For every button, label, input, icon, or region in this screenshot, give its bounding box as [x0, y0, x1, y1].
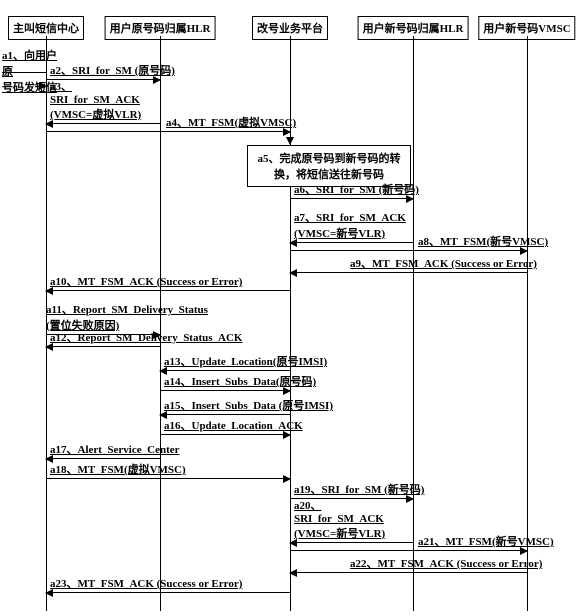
- lifeline-vmsc: [527, 36, 528, 611]
- msg-a13: a13、Update_Location(原号IMSI): [160, 357, 290, 371]
- msg-a12: a12、Report_SM_Delivery_Status_ACK: [46, 333, 160, 347]
- msg-a22: a22、MT_FSM_ACK (Success or Error): [290, 559, 527, 573]
- msg-a8: a8、MT_FSM(新号VMSC): [290, 237, 527, 251]
- msg-a21: a21、MT_FSM(新号VMSC): [290, 537, 527, 551]
- sequence-diagram: 主叫短信中心 用户原号码归属HLR 改号业务平台 用户新号码归属HLR 用户新号…: [0, 0, 584, 616]
- msg-a23: a23、MT_FSM_ACK (Success or Error): [46, 579, 290, 593]
- msg-a9: a9、MT_FSM_ACK (Success or Error): [290, 259, 527, 273]
- msg-a16: a16、Update_Location_ACK: [160, 421, 290, 435]
- lifeline-hlr-new: [413, 36, 414, 611]
- msg-a14: a14、Insert_Subs_Data(原号码): [160, 377, 290, 391]
- a5-entry-arrow: [286, 137, 294, 145]
- msg-a15: a15、Insert_Subs_Data (原号IMSI): [160, 401, 290, 415]
- msg-a17: a17、Alert_Service_Center: [46, 445, 160, 459]
- msg-a18: a18、MT_FSM(虚拟VMSC): [46, 465, 290, 479]
- msg-a4: a4、MT_FSM(虚拟VMSC): [46, 118, 290, 132]
- msg-a10: a10、MT_FSM_ACK (Success or Error): [46, 277, 290, 291]
- msg-a6: a6、SRI_for_SM (新号码): [290, 185, 413, 199]
